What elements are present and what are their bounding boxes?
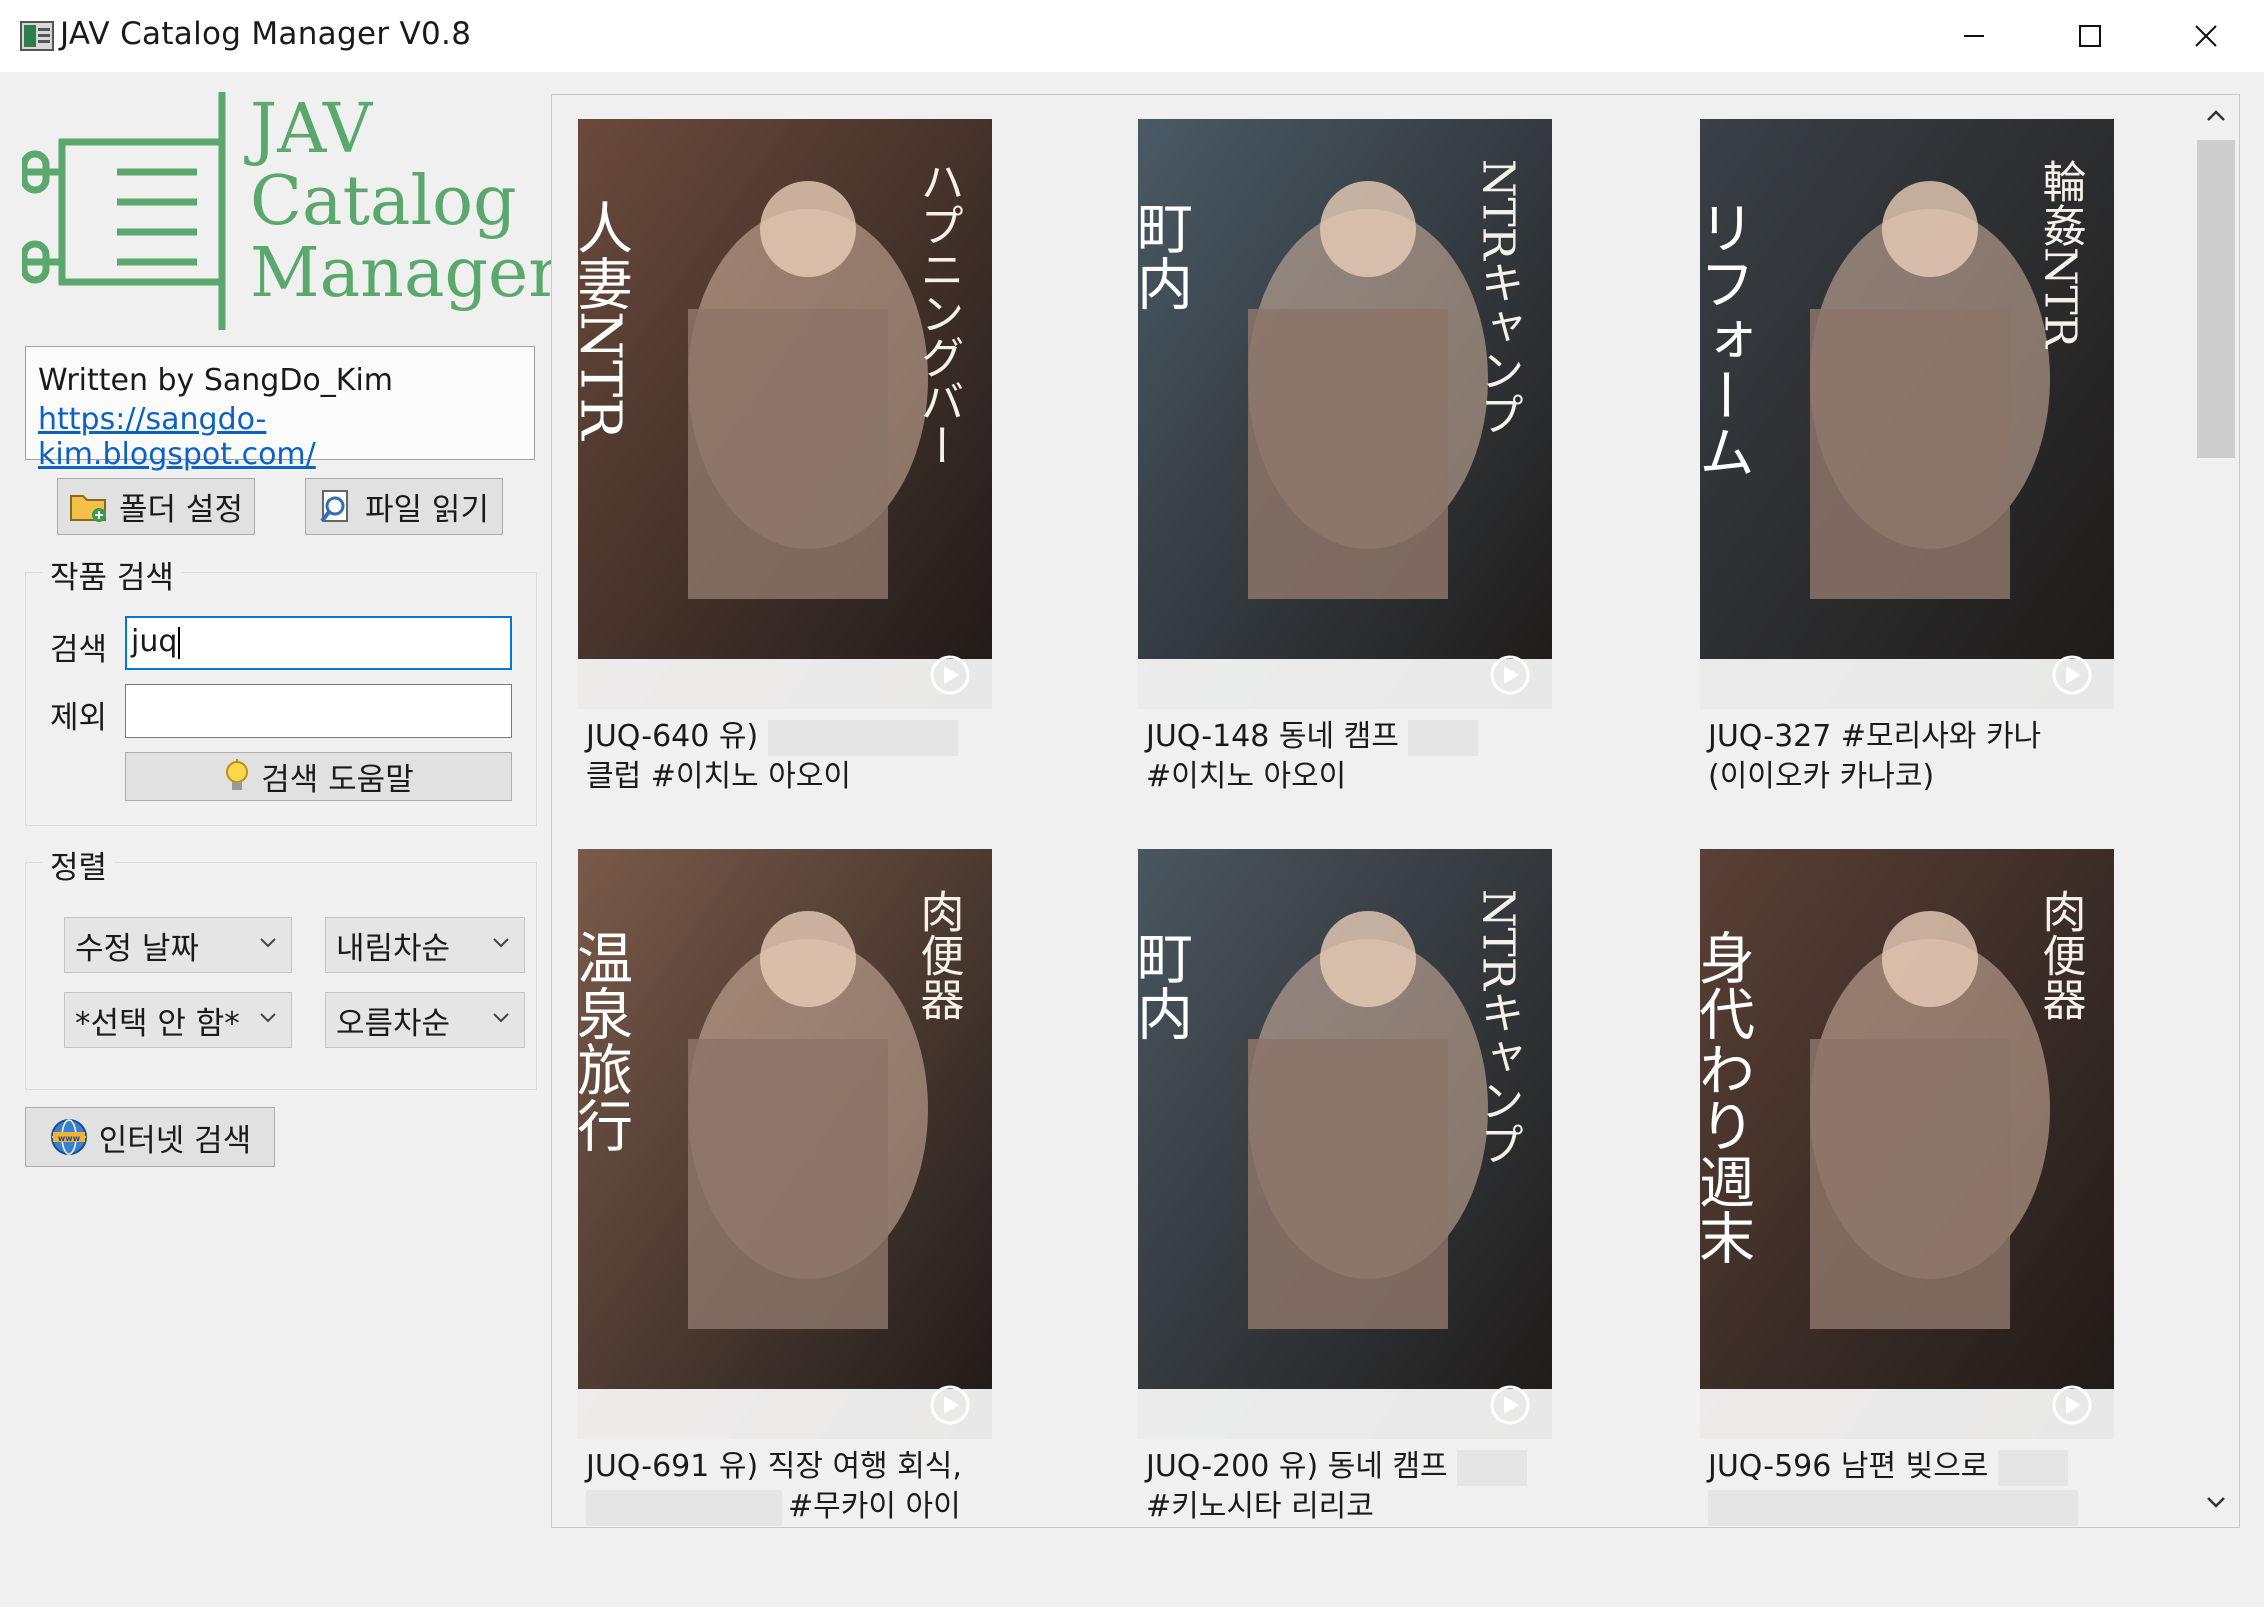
cover-title: 町内	[1138, 199, 1193, 311]
internet-search-label: 인터넷 검색	[98, 1122, 252, 1159]
cover-image[interactable]: 身代わり週末 肉便器	[1700, 849, 2114, 1439]
app-icon	[20, 21, 54, 51]
logo-line-1: JAV	[250, 90, 373, 169]
scroll-up-icon[interactable]	[2206, 109, 2226, 123]
item-caption-line-1: JUQ-691 유) 직장 여행 회식,	[586, 1449, 972, 1484]
item-caption-line-2	[1708, 1487, 2128, 1527]
logo-text: JAV Catalog Manager	[250, 94, 561, 310]
svg-text:www: www	[58, 1134, 81, 1143]
item-caption-line-2: #이치노 아오이	[1146, 759, 1347, 794]
cover-subtitle: 肉便器	[913, 889, 964, 1021]
sort-primary-field-value: 수정 날짜	[75, 930, 199, 967]
item-caption-line-2: 클럽 #이치노 아오이	[586, 759, 852, 794]
close-icon	[2195, 25, 2217, 47]
item-caption-line-1: JUQ-327 #모리사와 카나	[1708, 719, 2051, 754]
item-caption: JUQ-691 유) 직장 여행 회식, #무카이 아이	[586, 1447, 1006, 1527]
read-files-button[interactable]: 파일 읽기	[305, 478, 503, 535]
item-caption: JUQ-327 #모리사와 카나 (이이오카 카나코)	[1708, 717, 2128, 797]
redacted-text	[1708, 1489, 2078, 1526]
item-caption-line-1: JUQ-596 남편 빚으로	[1708, 1447, 2128, 1487]
minimize-icon	[1964, 35, 1984, 37]
sort-secondary-order-value: 오름차순	[336, 1005, 451, 1042]
logo-line-3: Manager	[250, 234, 561, 313]
lightbulb-icon	[223, 758, 251, 795]
search-input-value: juq	[131, 624, 178, 659]
sort-primary-order-select[interactable]: 내림차순	[325, 917, 525, 973]
cover-title: 身代わり週末	[1700, 929, 1755, 1265]
cover-image[interactable]: リフォーム 輪姦NTR	[1700, 119, 2114, 709]
cover-title: 人妻NTR	[578, 199, 633, 441]
cover-image[interactable]: 町内 NTRキャンプ	[1138, 119, 1552, 709]
maximize-button[interactable]	[2032, 0, 2148, 72]
sort-group-title: 정렬	[42, 842, 116, 887]
folder-icon	[69, 490, 109, 524]
sort-primary-order-value: 내림차순	[336, 930, 451, 967]
cover-image[interactable]: 温泉旅行 肉便器	[578, 849, 992, 1439]
cover-subtitle: NTRキャンプ	[1473, 889, 1524, 1166]
search-group-title: 작품 검색	[42, 552, 182, 597]
sort-primary-field-select[interactable]: 수정 날짜	[64, 917, 292, 973]
item-caption-line-1: JUQ-640 유)	[586, 717, 1006, 757]
search-label: 검색	[50, 632, 108, 668]
search-input[interactable]: juq	[125, 616, 512, 670]
cover-subtitle: 肉便器	[2035, 889, 2086, 1021]
redacted-text	[1457, 1449, 1528, 1486]
globe-icon: www	[49, 1117, 89, 1157]
folder-settings-label: 폴더 설정	[119, 492, 243, 528]
internet-search-button[interactable]: www 인터넷 검색	[25, 1107, 275, 1167]
title-bar[interactable]: JAV Catalog Manager V0.8	[0, 0, 2264, 72]
file-search-icon	[319, 489, 355, 525]
text-caret	[178, 626, 181, 659]
scroll-down-icon[interactable]	[2206, 1495, 2226, 1509]
close-button[interactable]	[2148, 0, 2264, 72]
folder-settings-button[interactable]: 폴더 설정	[57, 478, 255, 535]
sort-secondary-order-select[interactable]: 오름차순	[325, 992, 525, 1048]
cover-title: リフォーム	[1700, 199, 1755, 479]
sort-secondary-field-select[interactable]: *선택 안 함*	[64, 992, 292, 1048]
item-caption-line-2: (이이오카 카나코)	[1708, 759, 1935, 794]
cover-subtitle: NTRキャンプ	[1473, 159, 1524, 436]
item-caption: JUQ-640 유) 클럽 #이치노 아오이	[586, 717, 1006, 797]
logo-line-2: Catalog	[250, 162, 517, 241]
chevron-down-icon	[260, 938, 276, 948]
scroll-thumb[interactable]	[2197, 140, 2235, 458]
chevron-down-icon	[493, 1013, 509, 1023]
item-caption: JUQ-596 남편 빚으로	[1708, 1447, 2128, 1527]
chevron-down-icon	[260, 1013, 276, 1023]
item-caption: JUQ-148 동네 캠프 #이치노 아오이	[1146, 717, 1566, 797]
search-help-button[interactable]: 검색 도움말	[125, 752, 512, 801]
cover-subtitle: 輪姦NTR	[2035, 159, 2086, 350]
author-name: Written by SangDo_Kim	[38, 363, 394, 398]
exclude-label: 제외	[50, 700, 108, 736]
item-caption-line-2: #무카이 아이	[586, 1487, 1006, 1527]
chevron-down-icon	[493, 938, 509, 948]
item-caption-line-1: JUQ-148 동네 캠프	[1146, 717, 1566, 757]
cover-subtitle: ハプニングバー	[913, 159, 964, 467]
read-files-label: 파일 읽기	[365, 492, 489, 528]
redacted-text	[586, 1489, 782, 1526]
search-help-label: 검색 도움말	[261, 762, 414, 798]
redacted-text	[1408, 719, 1479, 756]
cover-title: 温泉旅行	[578, 929, 633, 1153]
exclude-input[interactable]	[125, 684, 512, 738]
catalog-panel[interactable]: 人妻NTR ハプニングバー JUQ-640 유) 클럽 #이치노 아오이 町内 NTRキ…	[551, 94, 2240, 1528]
item-caption-line-1: JUQ-200 유) 동네 캠프	[1146, 1447, 1566, 1487]
cover-image[interactable]: 町内 NTRキャンプ	[1138, 849, 1552, 1439]
author-link[interactable]: https://sangdo-kim.blogspot.com/	[38, 402, 534, 472]
sort-group	[25, 862, 537, 1090]
maximize-icon	[2079, 25, 2101, 47]
window-title: JAV Catalog Manager V0.8	[60, 16, 472, 52]
redacted-text	[1997, 1449, 2068, 1486]
author-box: Written by SangDo_Kim https://sangdo-kim…	[25, 346, 535, 472]
item-caption: JUQ-200 유) 동네 캠프 #키노시타 리리코	[1146, 1447, 1566, 1527]
vertical-scrollbar[interactable]	[2194, 95, 2238, 1527]
redacted-text	[767, 719, 958, 756]
cover-title: 町内	[1138, 929, 1193, 1041]
minimize-button[interactable]	[1916, 0, 2032, 72]
sort-secondary-field-value: *선택 안 함*	[75, 1005, 240, 1042]
item-caption-line-2: #키노시타 리리코	[1146, 1489, 1374, 1524]
cover-image[interactable]: 人妻NTR ハプニングバー	[578, 119, 992, 709]
